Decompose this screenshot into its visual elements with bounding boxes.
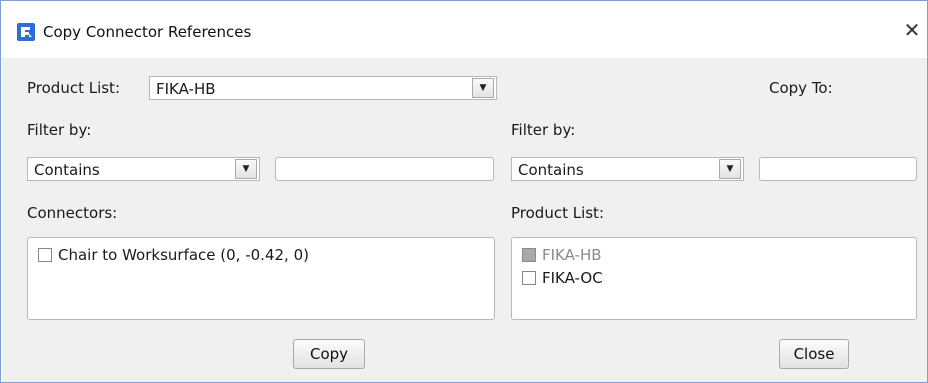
copy-button[interactable]: Copy (293, 339, 365, 369)
product-item-label: FIKA-OC (542, 269, 603, 287)
target-product-list-label: Product List: (511, 204, 604, 222)
close-window-icon[interactable]: ✕ (903, 20, 921, 40)
right-filter-mode-value: Contains (518, 161, 584, 179)
connector-checkbox[interactable] (38, 248, 52, 262)
dialog-window: Copy Connector References ✕ Product List… (0, 0, 928, 383)
close-button[interactable]: Close (779, 339, 849, 369)
chevron-down-icon[interactable]: ▼ (719, 159, 741, 179)
connectors-list: Chair to Worksurface (0, -0.42, 0) (27, 237, 495, 320)
right-filter-label: Filter by: (511, 121, 576, 139)
chevron-down-icon[interactable]: ▼ (472, 78, 494, 98)
product-checkbox[interactable] (522, 271, 536, 285)
product-list-label: Product List: (27, 79, 120, 97)
product-item[interactable]: FIKA-OC (522, 269, 603, 287)
left-filter-mode-value: Contains (34, 161, 100, 179)
right-filter-text-input[interactable] (759, 157, 917, 181)
left-filter-text-input[interactable] (275, 157, 494, 181)
product-list-value: FIKA-HB (156, 80, 216, 98)
product-item-label: FIKA-HB (542, 246, 602, 264)
app-logo-icon (17, 23, 35, 41)
title-bar[interactable]: Copy Connector References ✕ (1, 1, 927, 57)
product-item-disabled: FIKA-HB (522, 246, 602, 264)
product-list-select[interactable]: FIKA-HB ▼ (149, 76, 497, 100)
left-filter-label: Filter by: (27, 121, 92, 139)
right-filter-mode-select[interactable]: Contains ▼ (511, 157, 744, 181)
connectors-label: Connectors: (27, 204, 118, 222)
connector-item-label: Chair to Worksurface (0, -0.42, 0) (58, 246, 309, 264)
dialog-content: Product List: FIKA-HB ▼ Filter by: Conta… (2, 58, 927, 382)
target-product-list: FIKA-HB FIKA-OC (511, 237, 917, 320)
left-filter-mode-select[interactable]: Contains ▼ (27, 157, 260, 181)
product-checkbox-disabled (522, 248, 536, 262)
copy-to-label: Copy To: (769, 79, 833, 97)
connector-item[interactable]: Chair to Worksurface (0, -0.42, 0) (38, 246, 309, 264)
window-title: Copy Connector References (43, 23, 252, 41)
chevron-down-icon[interactable]: ▼ (235, 159, 257, 179)
